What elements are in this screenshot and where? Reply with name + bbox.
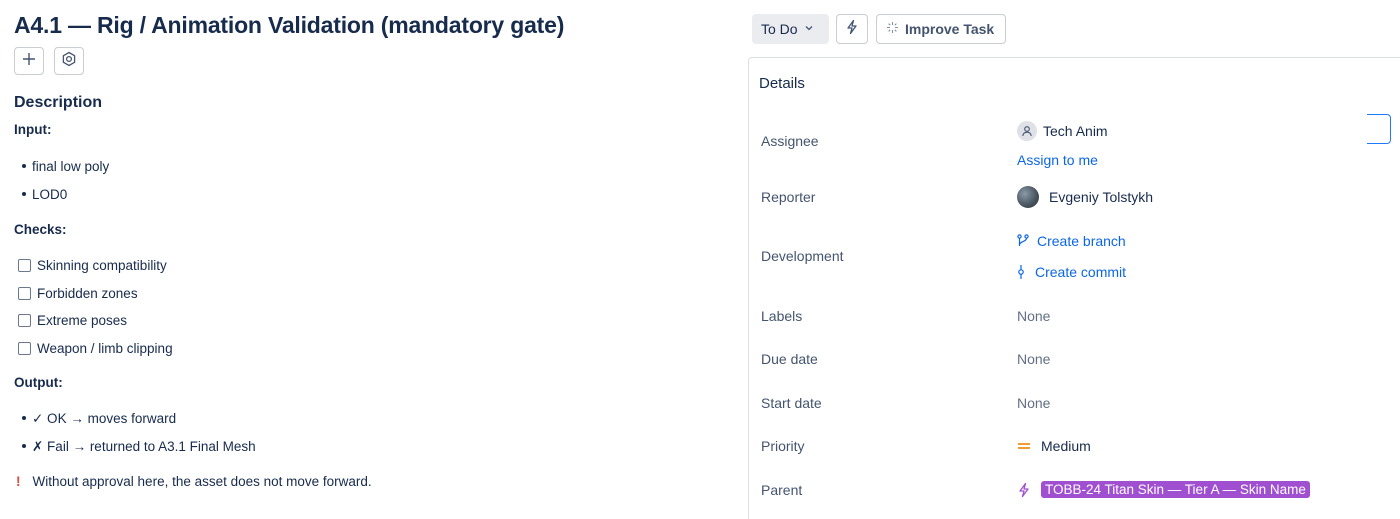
checklist-item[interactable]: Extreme poses xyxy=(18,313,127,328)
development-label: Development xyxy=(761,248,844,264)
checklist-item[interactable]: Weapon / limb clipping xyxy=(18,341,173,356)
sparkle-icon xyxy=(886,21,899,37)
avatar xyxy=(1017,186,1039,208)
bullet-icon xyxy=(22,444,26,449)
start-date-label: Start date xyxy=(761,395,822,411)
chevron-down-icon xyxy=(804,23,814,36)
details-heading[interactable]: Details xyxy=(759,75,805,92)
user-icon xyxy=(1017,121,1037,141)
automation-button[interactable] xyxy=(836,14,868,44)
priority-label: Priority xyxy=(761,438,805,454)
commit-icon xyxy=(1017,264,1025,280)
checkbox[interactable] xyxy=(18,259,31,272)
list-item: LOD0 xyxy=(22,187,67,202)
epic-lightning-icon xyxy=(1017,482,1031,498)
list-item: ✓ OK → moves forward xyxy=(22,411,176,427)
labels-label: Labels xyxy=(761,308,803,324)
assignee-value[interactable]: Tech Anim xyxy=(1017,121,1108,141)
gear-icon xyxy=(61,51,77,72)
settings-button[interactable] xyxy=(54,47,84,75)
bullet-icon xyxy=(22,192,26,197)
improve-task-button[interactable]: Improve Task xyxy=(876,14,1006,44)
issue-title[interactable]: A4.1 — Rig / Animation Validation (manda… xyxy=(14,12,564,39)
parent-value[interactable]: TOBB-24 Titan Skin — Tier A — Skin Name xyxy=(1017,481,1310,498)
warning-note: ! Without approval here, the asset does n… xyxy=(16,474,372,489)
list-item: final low poly xyxy=(22,159,109,174)
priority-value[interactable]: Medium xyxy=(1017,438,1091,454)
status-dropdown[interactable]: To Do xyxy=(752,14,829,44)
warning-icon: ! xyxy=(16,474,21,489)
checks-heading: Checks: xyxy=(14,222,67,237)
due-date-label: Due date xyxy=(761,351,818,367)
lightning-icon xyxy=(845,19,859,40)
reporter-label: Reporter xyxy=(761,189,816,205)
panel-edge-handle[interactable] xyxy=(1367,114,1391,144)
checkbox[interactable] xyxy=(18,342,31,355)
create-branch-link[interactable]: Create branch xyxy=(1017,233,1126,249)
assignee-label: Assignee xyxy=(761,133,819,149)
start-date-value[interactable]: None xyxy=(1017,395,1050,411)
plus-icon xyxy=(21,51,37,72)
parent-label: Parent xyxy=(761,482,803,498)
checklist-item[interactable]: Skinning compatibility xyxy=(18,258,167,273)
bullet-icon xyxy=(22,164,26,169)
due-date-value[interactable]: None xyxy=(1017,351,1050,367)
input-heading: Input: xyxy=(14,122,52,137)
add-button[interactable] xyxy=(14,47,44,75)
priority-medium-icon xyxy=(1017,441,1031,451)
description-heading: Description xyxy=(14,94,103,111)
checkbox[interactable] xyxy=(18,287,31,300)
parent-issue-tag[interactable]: TOBB-24 Titan Skin — Tier A — Skin Name xyxy=(1041,481,1310,498)
assign-to-me-link[interactable]: Assign to me xyxy=(1017,152,1098,168)
labels-value[interactable]: None xyxy=(1017,308,1050,324)
branch-icon xyxy=(1017,234,1029,248)
reporter-value[interactable]: Evgeniy Tolstykh xyxy=(1017,186,1153,208)
list-item: ✗ Fail → returned to A3.1 Final Mesh xyxy=(22,439,256,455)
create-commit-link[interactable]: Create commit xyxy=(1017,264,1126,280)
bullet-icon xyxy=(22,416,26,421)
checkbox[interactable] xyxy=(18,314,31,327)
checklist-item[interactable]: Forbidden zones xyxy=(18,286,138,301)
output-heading: Output: xyxy=(14,375,63,390)
